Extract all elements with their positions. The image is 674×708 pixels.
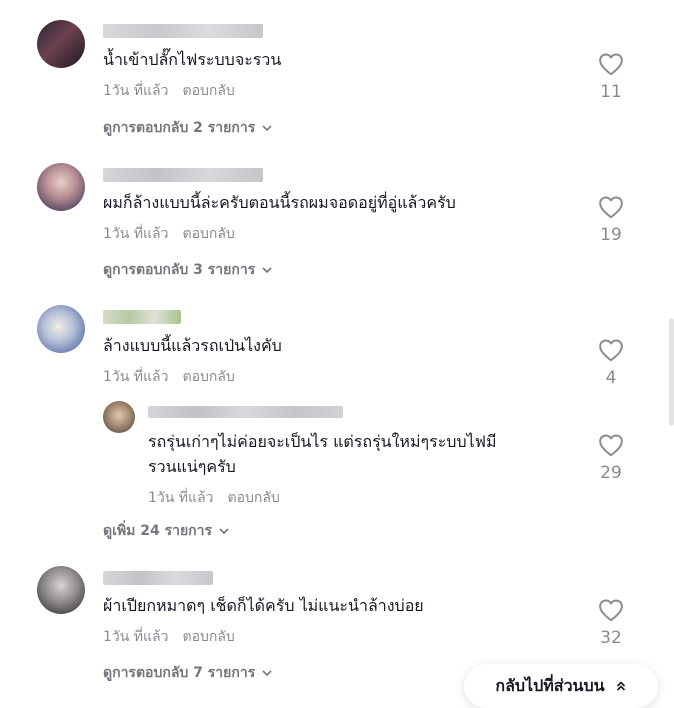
heart-outline-icon[interactable]: [598, 52, 624, 76]
avatar[interactable]: [37, 566, 85, 614]
like-control: 4: [596, 338, 626, 388]
reply-button[interactable]: ตอบกลับ: [182, 367, 234, 387]
reply-text-line-1: รถรุ่นเก่าๆไม่ค่อยจะเป็นไร แต่รถรุ่นใหม่…: [148, 432, 497, 451]
view-replies-button[interactable]: ดูการตอบกลับ 3 รายการ: [103, 260, 273, 280]
timestamp: 1วัน ที่แล้ว: [103, 226, 169, 242]
view-replies-label: ดูการตอบกลับ 3 รายการ: [103, 262, 256, 278]
scrollbar-thumb[interactable]: [669, 318, 674, 426]
view-replies-label: ดูการตอบกลับ 2 รายการ: [103, 120, 256, 136]
like-count: 32: [600, 628, 622, 648]
comment-text: น้ำเข้าปลั๊กไฟระบบจะรวน: [103, 50, 282, 69]
view-replies-button[interactable]: ดูการตอบกลับ 2 รายการ: [103, 118, 273, 138]
comment-text: ผ้าเปียกหมาดๆ เช็ดก็ได้ครับ ไม่แนะนำล้าง…: [103, 596, 424, 615]
comment-meta: 1วัน ที่แล้ว ตอบกลับ: [103, 81, 235, 101]
avatar[interactable]: [103, 401, 135, 433]
heart-outline-icon[interactable]: [598, 195, 624, 219]
reply-button[interactable]: ตอบกลับ: [227, 488, 279, 508]
like-control: 32: [596, 598, 626, 648]
comment-meta: 1วัน ที่แล้ว ตอบกลับ: [103, 367, 235, 387]
view-more-label: ดูเพิ่ม 24 รายการ: [103, 523, 213, 539]
like-control: 19: [596, 195, 626, 245]
view-replies-button[interactable]: ดูการตอบกลับ 7 รายการ: [103, 663, 273, 683]
comment-text: ผมก็ล้างแบบนี้ล่ะครับตอนนี้รถผมจอดอยู่ที…: [103, 193, 456, 212]
back-to-top-button[interactable]: กลับไปที่ส่วนบน: [464, 664, 658, 708]
like-count: 29: [600, 463, 622, 483]
timestamp: 1วัน ที่แล้ว: [103, 629, 169, 645]
reply-meta: 1วัน ที่แล้ว ตอบกลับ: [148, 488, 280, 508]
reply-button[interactable]: ตอบกลับ: [182, 224, 234, 244]
heart-outline-icon[interactable]: [598, 598, 624, 622]
chevron-double-up-icon: [616, 681, 625, 691]
username-blurred[interactable]: [103, 24, 263, 38]
like-control: 11: [596, 52, 626, 102]
heart-outline-icon[interactable]: [598, 338, 624, 362]
reply-text-line-2: รวนแน่ๆครับ: [148, 457, 236, 476]
comment-meta: 1วัน ที่แล้ว ตอบกลับ: [103, 224, 235, 244]
timestamp: 1วัน ที่แล้ว: [103, 83, 169, 99]
comment-meta: 1วัน ที่แล้ว ตอบกลับ: [103, 627, 235, 647]
like-count: 19: [600, 225, 622, 245]
chevron-down-icon: [219, 528, 229, 535]
username-blurred[interactable]: [103, 310, 181, 324]
avatar[interactable]: [37, 163, 85, 211]
like-count: 4: [605, 368, 617, 388]
username-blurred[interactable]: [103, 168, 263, 182]
chevron-down-icon: [262, 267, 272, 274]
avatar[interactable]: [37, 305, 85, 353]
view-more-button[interactable]: ดูเพิ่ม 24 รายการ: [103, 521, 230, 541]
heart-outline-icon[interactable]: [598, 433, 624, 457]
avatar[interactable]: [37, 20, 85, 68]
chevron-down-icon: [262, 670, 272, 677]
reply-button[interactable]: ตอบกลับ: [182, 627, 234, 647]
reply-button[interactable]: ตอบกลับ: [182, 81, 234, 101]
username-blurred[interactable]: [103, 571, 213, 585]
view-replies-label: ดูการตอบกลับ 7 รายการ: [103, 665, 256, 681]
like-count: 11: [600, 82, 622, 102]
like-control: 29: [596, 433, 626, 483]
timestamp: 1วัน ที่แล้ว: [148, 490, 214, 506]
chevron-down-icon: [262, 125, 272, 132]
comment-text: ล้างแบบนี้แล้วรถเป่นไงคับ: [103, 336, 282, 355]
back-to-top-label: กลับไปที่ส่วนบน: [495, 675, 605, 695]
timestamp: 1วัน ที่แล้ว: [103, 369, 169, 385]
username-blurred[interactable]: [148, 406, 343, 418]
